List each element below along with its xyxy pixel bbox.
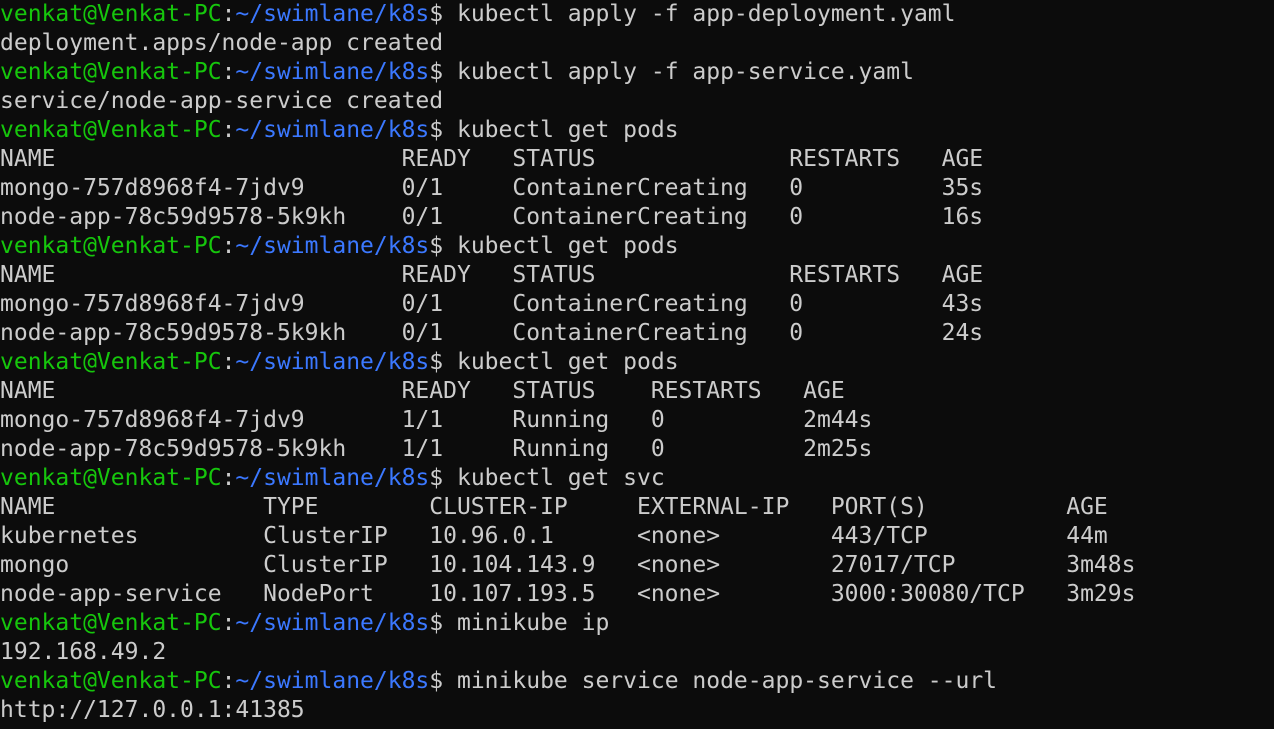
terminal-prompt-line: venkat@Venkat-PC:~/swimlane/k8s$ kubectl… [0,232,1274,261]
prompt-path: ~/swimlane/k8s [235,610,430,636]
terminal-output-line: node-app-78c59d9578-5k9kh 1/1 Running 0 … [0,436,873,462]
prompt-user: venkat@Venkat-PC [0,349,222,375]
terminal-output-line: NAME TYPE CLUSTER-IP EXTERNAL-IP PORT(S)… [0,494,1108,520]
terminal-prompt-line: venkat@Venkat-PC:~/swimlane/k8s$ minikub… [0,609,1274,638]
prompt-path: ~/swimlane/k8s [235,668,430,694]
prompt-command: $ minikube ip [429,610,610,636]
prompt-path: ~/swimlane/k8s [235,59,430,85]
prompt-separator: : [221,465,236,491]
prompt-path: ~/swimlane/k8s [235,465,430,491]
terminal-output-line: NAME READY STATUS RESTARTS AGE [0,262,984,288]
prompt-path: ~/swimlane/k8s [235,233,430,259]
prompt-command: $ kubectl get svc [429,465,665,491]
terminal-output-line: node-app-service NodePort 10.107.193.5 <… [0,581,1136,607]
terminal-output-line: deployment.apps/node-app created [0,30,444,56]
terminal-window[interactable]: venkat@Venkat-PC:~/swimlane/k8s$ kubectl… [0,0,1274,729]
terminal-output-line: 192.168.49.2 [0,639,167,665]
prompt-separator: : [221,1,236,27]
prompt-command: $ kubectl get pods [429,349,679,375]
prompt-command: $ minikube service node-app-service --ur… [429,668,998,694]
terminal-output-line: kubernetes ClusterIP 10.96.0.1 <none> 44… [0,523,1108,549]
terminal-prompt-line: venkat@Venkat-PC:~/swimlane/k8s$ kubectl… [0,58,1274,87]
terminal-output-line: node-app-78c59d9578-5k9kh 0/1 ContainerC… [0,204,984,230]
terminal-output-line: mongo-757d8968f4-7jdv9 0/1 ContainerCrea… [0,175,984,201]
prompt-command: $ kubectl get pods [429,233,679,259]
prompt-separator: : [221,59,236,85]
terminal-prompt-line: venkat@Venkat-PC:~/swimlane/k8s$ kubectl… [0,116,1274,145]
prompt-user: venkat@Venkat-PC [0,465,222,491]
prompt-path: ~/swimlane/k8s [235,349,430,375]
prompt-command: $ kubectl apply -f app-service.yaml [429,59,914,85]
prompt-command: $ kubectl apply -f app-deployment.yaml [429,1,956,27]
prompt-user: venkat@Venkat-PC [0,117,222,143]
terminal-output-line: NAME READY STATUS RESTARTS AGE [0,146,984,172]
terminal-output-line: mongo-757d8968f4-7jdv9 1/1 Running 0 2m4… [0,407,873,433]
prompt-path: ~/swimlane/k8s [235,1,430,27]
prompt-user: venkat@Venkat-PC [0,668,222,694]
terminal-output-line: NAME READY STATUS RESTARTS AGE [0,378,845,404]
terminal-prompt-line: venkat@Venkat-PC:~/swimlane/k8s$ kubectl… [0,464,1274,493]
prompt-user: venkat@Venkat-PC [0,1,222,27]
prompt-user: venkat@Venkat-PC [0,233,222,259]
terminal-output-line: http://127.0.0.1:41385 [0,697,305,723]
terminal-output-line: mongo-757d8968f4-7jdv9 0/1 ContainerCrea… [0,291,984,317]
prompt-user: venkat@Venkat-PC [0,59,222,85]
terminal-prompt-line: venkat@Venkat-PC:~/swimlane/k8s$ kubectl… [0,348,1274,377]
terminal-prompt-line: venkat@Venkat-PC:~/swimlane/k8s$ minikub… [0,667,1274,696]
prompt-separator: : [221,117,236,143]
terminal-prompt-line: venkat@Venkat-PC:~/swimlane/k8s$ kubectl… [0,0,1274,29]
terminal-output-line: service/node-app-service created [0,88,444,114]
prompt-separator: : [221,610,236,636]
prompt-path: ~/swimlane/k8s [235,117,430,143]
terminal-output-line: mongo ClusterIP 10.104.143.9 <none> 2701… [0,552,1136,578]
prompt-user: venkat@Venkat-PC [0,610,222,636]
prompt-separator: : [221,668,236,694]
prompt-separator: : [221,349,236,375]
terminal-output-line: node-app-78c59d9578-5k9kh 0/1 ContainerC… [0,320,984,346]
prompt-separator: : [221,233,236,259]
prompt-command: $ kubectl get pods [429,117,679,143]
